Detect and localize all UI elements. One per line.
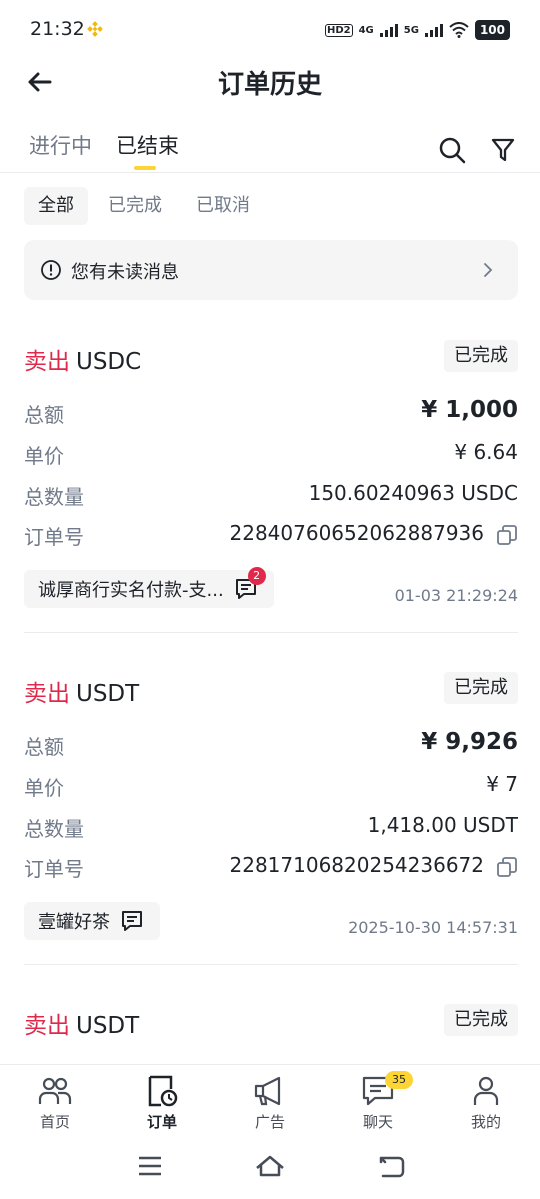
- bottom-nav: 首页 订单 广告 35 聊天 我的: [0, 1064, 540, 1137]
- status-badge: 已完成: [444, 672, 518, 704]
- hd-indicator: HD2: [324, 23, 353, 37]
- order-time: 2025-10-30 14:57:31: [348, 918, 518, 937]
- order-id-value: 22817106820254236672: [229, 853, 485, 877]
- status-bar: 21:32 HD2 4G 5G 100: [0, 0, 540, 60]
- status-badge: 已完成: [444, 1004, 518, 1036]
- nav-home[interactable]: 首页: [10, 1075, 100, 1132]
- status-icons: HD2 4G 5G 100: [324, 20, 510, 40]
- order-clock-icon: [148, 1075, 178, 1107]
- binance-logo-icon: [87, 21, 103, 41]
- nav-label: 订单: [146, 1113, 177, 1131]
- price-row: 单价 ¥ 6.64: [24, 440, 518, 470]
- merchant-chip[interactable]: 壹罐好茶: [24, 902, 160, 940]
- order-title: 卖出 USDT: [24, 674, 139, 708]
- price-value: ¥ 7: [486, 772, 518, 796]
- quantity-value: 1,418.00 USDT: [367, 813, 518, 837]
- home-icon[interactable]: [255, 1154, 285, 1182]
- status-badge: 已完成: [444, 340, 518, 372]
- unread-badge: 2: [247, 567, 266, 585]
- quantity-label: 总数量: [24, 485, 84, 509]
- order-coin: USDT: [76, 681, 140, 707]
- order-id-row: 订单号 22840760652062887936: [24, 521, 518, 551]
- filter-icon[interactable]: [490, 136, 518, 164]
- chat-icon[interactable]: [120, 909, 144, 933]
- signal-bars-icon: [424, 24, 443, 37]
- nav-label: 聊天: [362, 1113, 393, 1131]
- back-icon[interactable]: [377, 1154, 405, 1182]
- nav-label: 我的: [470, 1113, 501, 1131]
- quantity-row: 总数量 150.60240963 USDC: [24, 481, 518, 511]
- order-side: 卖出: [24, 349, 70, 375]
- system-nav-bar: [0, 1136, 540, 1199]
- order-title: 卖出 USDT: [24, 1006, 139, 1040]
- order-side: 卖出: [24, 681, 70, 707]
- divider: [24, 632, 518, 633]
- wifi-icon: [449, 22, 469, 38]
- users-icon: [38, 1077, 72, 1104]
- notice-text: 您有未读消息: [71, 262, 179, 283]
- order-id-row: 订单号 22817106820254236672: [24, 853, 518, 883]
- merchant-name: 壹罐好茶: [38, 912, 110, 933]
- chat-badge: 35: [385, 1071, 413, 1089]
- active-tab-indicator: [134, 166, 156, 170]
- chevron-right-icon: [482, 262, 494, 282]
- info-icon: [40, 259, 62, 285]
- quantity-label: 总数量: [24, 817, 84, 841]
- merchant-name: 诚厚商行实名付款-支...: [38, 580, 224, 601]
- chat-icon[interactable]: 2: [234, 567, 266, 601]
- price-label: 单价: [24, 776, 64, 800]
- total-label: 总额: [24, 735, 64, 759]
- battery-indicator: 100: [474, 20, 510, 40]
- total-row: 总额 ¥ 9,926: [24, 729, 518, 761]
- filter-chips: 全部 已完成 已取消: [24, 187, 264, 225]
- order-coin: USDC: [76, 349, 142, 375]
- divider: [24, 964, 518, 965]
- quantity-value: 150.60240963 USDC: [308, 481, 518, 505]
- filter-all[interactable]: 全部: [24, 187, 88, 225]
- quantity-row: 总数量 1,418.00 USDT: [24, 813, 518, 843]
- page-title: 订单历史: [217, 70, 322, 100]
- copy-icon[interactable]: [496, 524, 518, 550]
- merchant-chip[interactable]: 诚厚商行实名付款-支... 2: [24, 567, 274, 608]
- total-value: ¥ 1,000: [421, 397, 518, 423]
- tab-finished[interactable]: 已结束: [116, 130, 179, 160]
- menu-icon[interactable]: [137, 1154, 163, 1182]
- filter-completed[interactable]: 已完成: [94, 187, 176, 225]
- order-id-value: 22840760652062887936: [229, 521, 485, 545]
- price-value: ¥ 6.64: [454, 440, 518, 464]
- unread-messages-banner[interactable]: 您有未读消息: [24, 240, 518, 300]
- header: 订单历史: [0, 60, 540, 104]
- total-label: 总额: [24, 403, 64, 427]
- tab-in-progress[interactable]: 进行中: [29, 130, 92, 160]
- order-coin: USDT: [76, 1013, 140, 1039]
- order-time: 01-03 21:29:24: [394, 586, 518, 605]
- nav-profile[interactable]: 我的: [441, 1075, 531, 1132]
- signal-bars-icon: [379, 24, 398, 37]
- order-title: 卖出 USDC: [24, 342, 141, 376]
- signal-4g-label: 4G: [358, 24, 374, 36]
- order-side: 卖出: [24, 1013, 70, 1039]
- price-label: 单价: [24, 444, 64, 468]
- order-id-label: 订单号: [24, 857, 84, 881]
- nav-chat[interactable]: 35 聊天: [333, 1071, 423, 1132]
- order-id-label: 订单号: [24, 525, 84, 549]
- status-tabs: 进行中 已结束: [0, 120, 540, 173]
- nav-label: 首页: [39, 1113, 70, 1131]
- user-icon: [473, 1076, 499, 1105]
- price-row: 单价 ¥ 7: [24, 772, 518, 802]
- nav-orders[interactable]: 订单: [117, 1075, 207, 1132]
- nav-ads[interactable]: 广告: [225, 1075, 315, 1132]
- signal-5g-label: 5G: [403, 24, 419, 36]
- filter-cancelled[interactable]: 已取消: [182, 187, 264, 225]
- search-icon[interactable]: [438, 136, 466, 164]
- total-row: 总额 ¥ 1,000: [24, 397, 518, 429]
- megaphone-icon: [254, 1076, 281, 1106]
- copy-icon[interactable]: [496, 856, 518, 882]
- status-time: 21:32: [30, 18, 85, 40]
- nav-label: 广告: [254, 1113, 285, 1131]
- total-value: ¥ 9,926: [421, 729, 518, 755]
